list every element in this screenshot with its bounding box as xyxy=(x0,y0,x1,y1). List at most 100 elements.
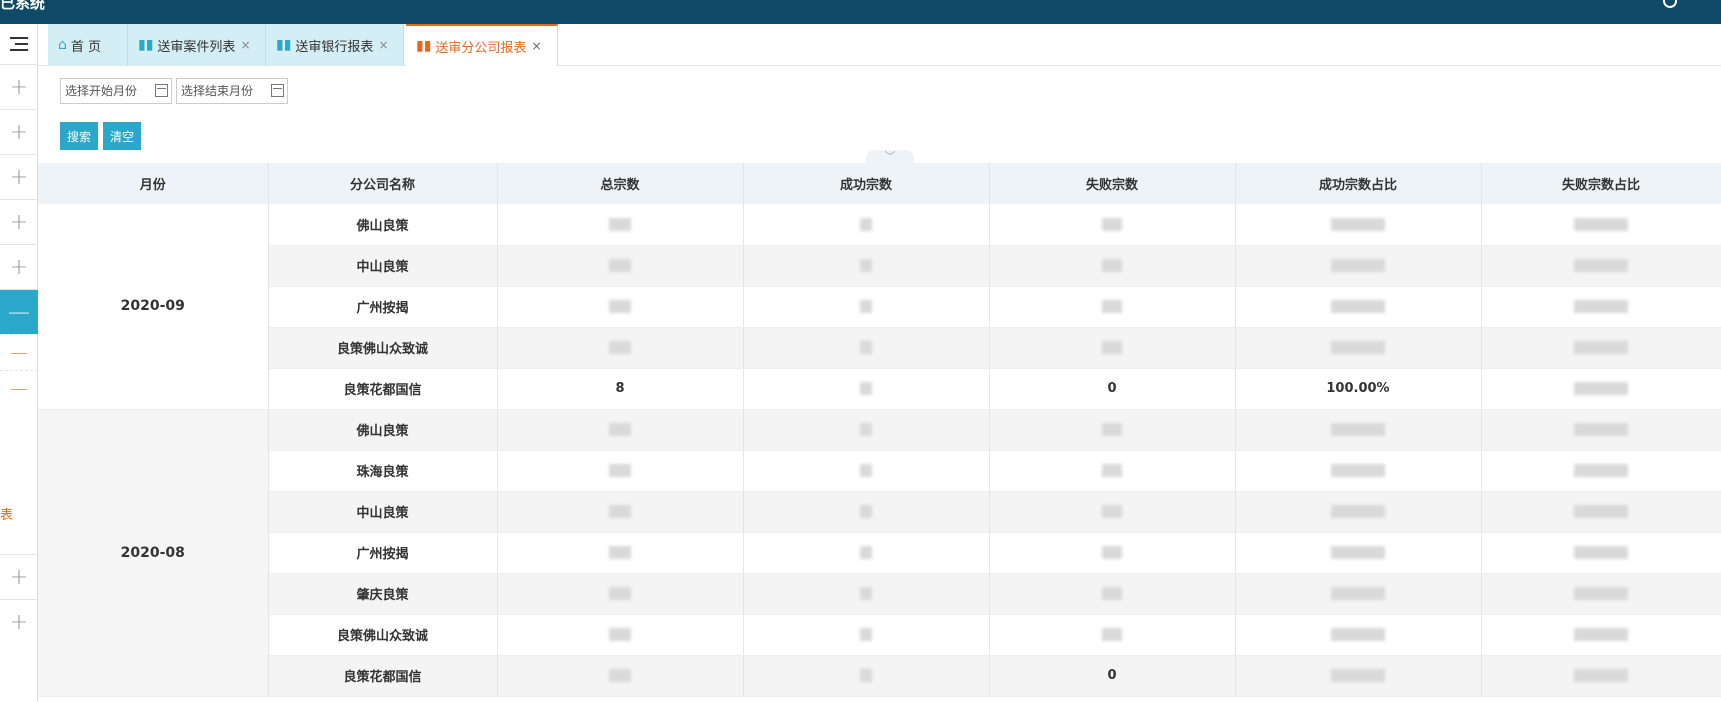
cell-value xyxy=(609,300,631,313)
cell-value xyxy=(1102,217,1122,231)
bar-chart-icon: ▮▮ xyxy=(138,37,154,53)
table-row[interactable]: 2020-09 佛山良策 xyxy=(38,204,1721,410)
clear-button[interactable]: 清空 xyxy=(103,122,142,150)
tab-branch-report[interactable]: ▮▮ 送审分公司报表 × xyxy=(406,24,558,66)
collapse-filter-toggle[interactable]: ﹀ xyxy=(866,150,914,164)
table-row[interactable]: 良策佛山众致诚 xyxy=(38,327,1721,369)
tab-home[interactable]: ⌂ 首 页 xyxy=(48,24,128,66)
table-row[interactable]: 良策花都国信 8 0 100.00% xyxy=(38,368,1721,410)
cell-value xyxy=(1574,546,1628,559)
rail-expand-5[interactable]: + xyxy=(0,244,38,289)
column-header[interactable]: 月份 xyxy=(38,163,269,204)
cell-value xyxy=(1574,464,1628,477)
calendar-icon[interactable] xyxy=(271,84,284,97)
rail-expand-6[interactable]: + xyxy=(0,554,38,599)
user-icon[interactable] xyxy=(1663,0,1677,8)
success-cell xyxy=(743,204,990,246)
branch-name-cell: 中山良策 xyxy=(268,245,498,287)
cell-value xyxy=(609,464,631,477)
cell-value xyxy=(1331,217,1385,231)
column-header[interactable]: 失败宗数 xyxy=(989,163,1236,204)
rail-sub-item-1[interactable]: — xyxy=(0,334,38,370)
app-brand: 已系统 xyxy=(0,0,46,12)
filter-bar xyxy=(60,78,288,104)
close-icon[interactable]: × xyxy=(531,39,541,53)
rail-expand-2[interactable]: + xyxy=(0,109,38,154)
bar-chart-icon: ▮▮ xyxy=(416,38,432,54)
top-bar: 已系统 xyxy=(0,0,1721,24)
total-cell xyxy=(497,245,744,287)
success-cell xyxy=(743,491,990,533)
column-header[interactable]: 成功宗数 xyxy=(743,163,990,204)
month-cell: 2020-09 xyxy=(38,204,269,410)
rail-sub-label[interactable]: 表 xyxy=(0,504,13,523)
cell-value xyxy=(1574,259,1628,272)
fail-cell xyxy=(989,450,1236,492)
branch-name-cell: 良策花都国信 xyxy=(268,368,498,410)
table-row[interactable]: 广州按揭 xyxy=(38,532,1721,574)
cell-value xyxy=(1102,546,1122,559)
cell-value xyxy=(860,546,872,559)
column-header[interactable]: 成功宗数占比 xyxy=(1235,163,1482,204)
table-row[interactable]: 中山良策 xyxy=(38,491,1721,533)
cell-value xyxy=(1574,587,1628,600)
success-cell xyxy=(743,532,990,574)
fail-rate-cell xyxy=(1481,286,1721,328)
total-cell xyxy=(497,409,744,451)
cell-value xyxy=(1102,464,1122,477)
total-cell xyxy=(497,614,744,656)
branch-name-cell: 佛山良策 xyxy=(268,204,498,246)
rail-expand-3[interactable]: + xyxy=(0,154,38,199)
plus-icon: + xyxy=(9,209,29,235)
table-row[interactable]: 2020-08 佛山良策 xyxy=(38,409,1721,697)
cell-value xyxy=(609,669,631,682)
rail-sub-item-2[interactable]: — xyxy=(0,370,38,406)
tab-case-list[interactable]: ▮▮ 送审案件列表 × xyxy=(128,24,266,66)
table-row[interactable]: 珠海良策 xyxy=(38,450,1721,492)
table-row[interactable]: 良策佛山众致诚 xyxy=(38,614,1721,656)
cell-value xyxy=(1102,587,1122,600)
menu-toggle-button[interactable] xyxy=(0,24,38,64)
success-rate-cell xyxy=(1235,491,1482,533)
cell-value xyxy=(609,546,631,559)
close-icon[interactable]: × xyxy=(378,38,388,52)
column-header[interactable]: 总宗数 xyxy=(497,163,744,204)
rail-expand-1[interactable]: + xyxy=(0,64,38,109)
column-header[interactable]: 失败宗数占比 xyxy=(1481,163,1721,204)
cell-value xyxy=(860,259,872,272)
cell-value xyxy=(1574,300,1628,313)
cell-value xyxy=(1574,217,1628,231)
rail-expand-4[interactable]: + xyxy=(0,199,38,244)
cell-value xyxy=(609,587,631,600)
total-cell xyxy=(497,532,744,574)
table-row[interactable]: 广州按揭 xyxy=(38,286,1721,328)
fail-rate-cell xyxy=(1481,409,1721,451)
cell-value xyxy=(1331,546,1385,559)
bar-chart-icon: ▮▮ xyxy=(276,37,292,53)
table-row[interactable]: 中山良策 xyxy=(38,245,1721,287)
cell-value xyxy=(1574,382,1628,395)
rail-collapse-active[interactable]: — xyxy=(0,289,38,334)
left-rail: + + + + + — — — 表 + + xyxy=(0,24,38,702)
success-rate-cell xyxy=(1235,286,1482,328)
table-body: 2020-09 佛山良策 中山良策 广州按揭 良策佛山众致诚 良策花都国信 8 0 100.00… xyxy=(38,204,1721,697)
fail-cell xyxy=(989,573,1236,615)
cell-value: 0 xyxy=(1107,668,1117,683)
cell-value xyxy=(860,341,872,354)
cell-value xyxy=(1331,587,1385,600)
calendar-icon[interactable] xyxy=(155,84,168,97)
tab-bank-report[interactable]: ▮▮ 送审银行报表 × xyxy=(266,24,404,66)
table-row[interactable]: 良策花都国信 0 xyxy=(38,655,1721,697)
success-cell xyxy=(743,368,990,410)
branch-name-cell: 佛山良策 xyxy=(268,409,498,451)
month-cell: 2020-08 xyxy=(38,409,269,697)
rail-expand-7[interactable]: + xyxy=(0,599,38,644)
table-row[interactable]: 肇庆良策 xyxy=(38,573,1721,615)
search-button[interactable]: 搜索 xyxy=(60,122,99,150)
success-cell xyxy=(743,614,990,656)
plus-icon: + xyxy=(9,609,29,635)
plus-icon: + xyxy=(9,564,29,590)
close-icon[interactable]: × xyxy=(240,38,250,52)
column-header[interactable]: 分公司名称 xyxy=(268,163,498,204)
fail-cell: 0 xyxy=(989,368,1236,410)
